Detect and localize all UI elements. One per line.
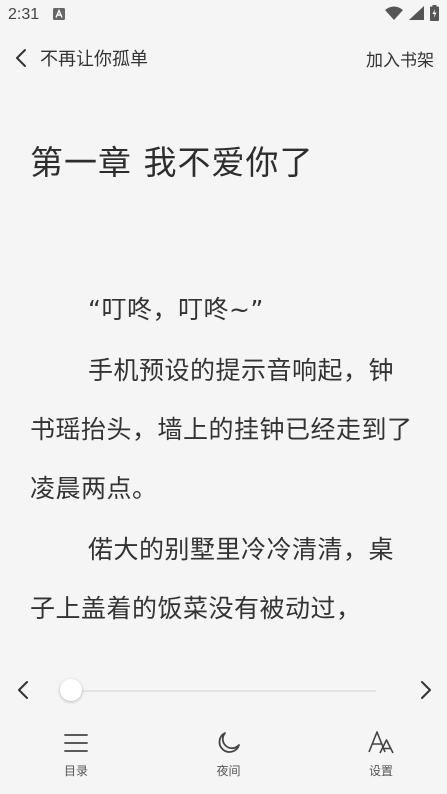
list-icon [64,734,88,752]
night-mode-button[interactable]: 夜间 [201,730,257,794]
progress-slider[interactable] [60,679,376,701]
wifi-icon [385,6,403,24]
settings-button[interactable]: 设置 [353,730,409,794]
status-right [385,5,439,25]
next-chapter-button[interactable] [419,679,433,701]
toc-button[interactable]: 目录 [48,730,104,794]
status-left: 2:31 [8,6,66,24]
paragraph: “叮咚，叮咚~” [88,295,264,324]
settings-label: 设置 [368,764,393,778]
chevron-left-icon [18,681,28,699]
signal-icon [409,6,424,24]
status-bar: 2:31 [0,0,447,30]
night-mode-label: 夜间 [216,764,241,778]
chevron-right-icon [421,681,431,699]
book-title: 不再让你孤单 [40,49,148,70]
previous-chapter-button[interactable] [16,679,30,701]
font-download-icon [53,6,66,24]
paragraph: 手机预设的提示音响起，钟书瑶抬头，墙上的挂钟已经走到了凌晨两点。 [30,356,413,503]
back-button[interactable] [14,47,28,69]
battery-icon [430,5,439,25]
header-left: 不再让你孤单 [14,45,148,71]
chevron-left-icon [16,49,26,67]
font-settings-icon [368,731,394,754]
moon-icon [218,732,240,753]
paragraph: 偌大的别墅里冷冷清清，桌子上盖着的饭菜没有被动过， [30,535,395,623]
chapter-title: 第一章 我不爱你了 [30,143,314,182]
bottom-toolbar: 目录 夜间 设置 [0,730,447,794]
progress-slider-thumb[interactable] [60,679,82,701]
reader-header: 不再让你孤单 加入书架 [0,38,447,78]
toc-label: 目录 [63,764,88,778]
reading-content[interactable]: 第一章 我不爱你了 “叮咚，叮咚~” 手机预设的提示音响起，钟书瑶抬头，墙上的挂… [0,80,447,640]
add-to-shelf-button[interactable]: 加入书架 [366,46,434,71]
status-time: 2:31 [8,6,40,23]
